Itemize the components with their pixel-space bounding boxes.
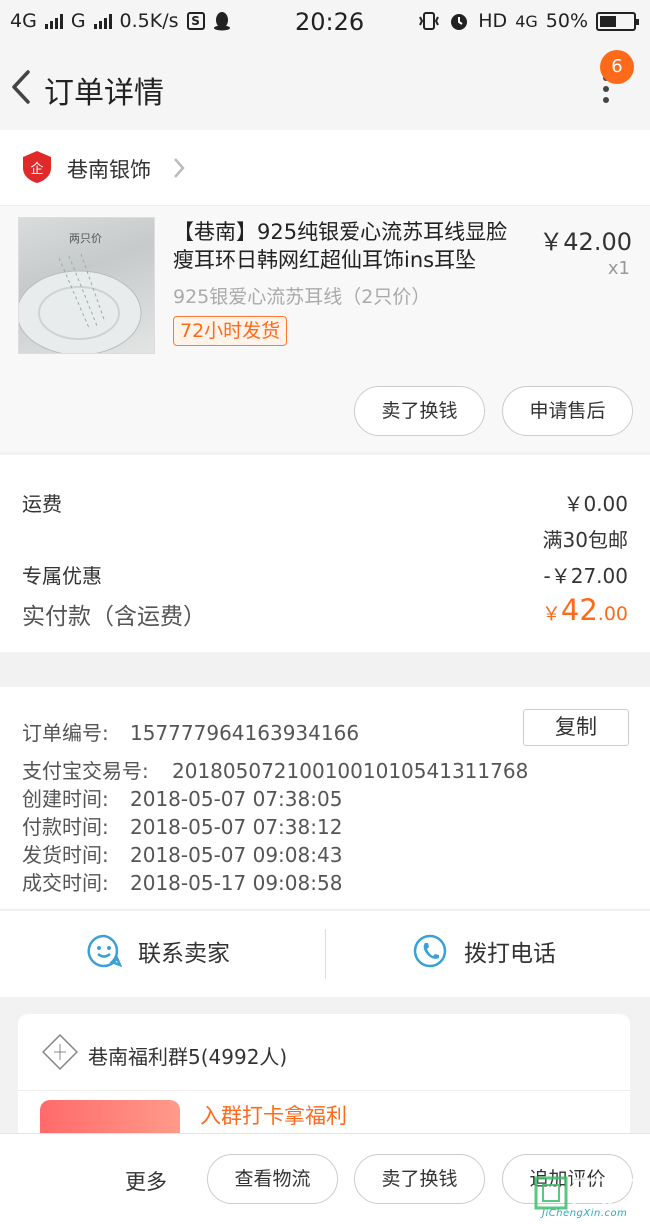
call-label: 拨打电话 <box>464 941 556 967</box>
group-divider <box>18 1090 630 1091</box>
shipped-value: 2018-05-07 09:08:43 <box>130 843 343 867</box>
product-quantity: x1 <box>607 258 630 279</box>
product-price: ￥42.00 <box>539 228 632 256</box>
shipped-label: 发货时间: <box>22 843 109 867</box>
price-summary: 运费 ￥0.00 满30包邮 专属优惠 -￥27.00 实付款（含运费） ￥42… <box>0 455 650 652</box>
sell-button[interactable]: 卖了换钱 <box>354 386 485 436</box>
product-image-label: 两只价 <box>69 232 102 245</box>
title-bar: 订单详情 6 <box>0 44 650 130</box>
svg-text:企: 企 <box>30 161 43 177</box>
status-bar: 4G G 0.5K/s S 20:26 HD 4G 50% <box>0 0 650 44</box>
phone-icon <box>413 934 447 968</box>
group-name: 巷南福利群5(4992人) <box>88 1045 288 1069</box>
qq-icon <box>213 12 230 31</box>
paid-decimal: .00 <box>597 603 628 625</box>
chevron-right-icon <box>174 158 185 178</box>
signal-icon-2 <box>93 13 112 29</box>
battery-percent: 50% <box>545 10 588 32</box>
paid-label: 实付款（含运费） <box>22 604 206 630</box>
shipping-note: 满30包邮 <box>542 528 628 552</box>
product-spec: 925银爱心流苏耳线（2只价） <box>173 286 431 308</box>
group-logo-icon <box>42 1034 78 1070</box>
alarm-icon <box>451 14 468 30</box>
copy-button[interactable]: 复制 <box>523 709 629 746</box>
contact-seller-button[interactable]: 联系卖家 <box>86 933 230 969</box>
created-label: 创建时间: <box>22 787 109 811</box>
order-number-label: 订单编号: <box>22 721 109 745</box>
created-value: 2018-05-07 07:38:05 <box>130 787 343 811</box>
paid-amount: ￥42.00 <box>542 593 628 627</box>
discount-label: 专属优惠 <box>22 564 102 588</box>
hd-label: HD <box>478 10 508 32</box>
shop-badge-icon: 企 <box>23 151 51 183</box>
after-sale-button[interactable]: 申请售后 <box>502 386 633 436</box>
shop-name: 巷南银饰 <box>67 158 151 182</box>
call-button[interactable]: 拨打电话 <box>412 933 556 969</box>
order-item[interactable]: 两只价 【巷南】925纯银爱心流苏耳线显脸瘦耳环日韩网红超仙耳饰ins耳坠 92… <box>0 206 650 452</box>
view-logistics-button[interactable]: 查看物流 <box>207 1154 338 1204</box>
paid-time-row: 付款时间: 2018-05-07 07:38:12 <box>22 811 342 840</box>
shop-row[interactable]: 企 巷南银饰 <box>0 130 650 206</box>
shipping-label: 运费 <box>22 492 62 516</box>
sell-again-button[interactable]: 卖了换钱 <box>354 1154 485 1204</box>
paid-time-label: 付款时间: <box>22 815 109 839</box>
notification-badge: 6 <box>600 50 634 84</box>
signal-icon <box>44 13 63 29</box>
paid-time-value: 2018-05-07 07:38:12 <box>130 815 343 839</box>
order-number-row: 订单编号: 157777964163934166 <box>22 717 359 746</box>
alipay-value: 2018050721001001010541311768 <box>172 759 529 783</box>
paid-integer: 42 <box>560 593 598 627</box>
paid-currency: ￥ <box>541 603 561 625</box>
page-title: 订单详情 <box>44 76 164 111</box>
s-app-icon: S <box>186 12 205 30</box>
completed-label: 成交时间: <box>22 871 109 895</box>
shipping-value: ￥0.00 <box>563 492 628 516</box>
network-label: 4G <box>10 10 37 32</box>
contact-divider <box>325 929 326 979</box>
alipay-label: 支付宝交易号: <box>22 759 149 783</box>
contact-bar: 联系卖家 拨打电话 <box>0 911 650 997</box>
shop-card: 企 巷南银饰 两只价 【巷南】925纯银爱心流苏耳线显脸瘦耳环日韩网红超仙耳饰i… <box>0 130 650 452</box>
contact-seller-label: 联系卖家 <box>138 941 230 967</box>
order-number-value: 157777964163934166 <box>130 721 360 745</box>
order-info: 订单编号: 157777964163934166 复制 支付宝交易号: 201805… <box>0 687 650 910</box>
completed-value: 2018-05-17 09:08:58 <box>130 871 343 895</box>
clock: 20:26 <box>295 8 365 36</box>
shipping-tag: 72小时发货 <box>173 316 288 346</box>
discount-value: -￥27.00 <box>543 564 628 588</box>
alipay-row: 支付宝交易号: 2018050721001001010541311768 <box>22 755 528 784</box>
more-button[interactable]: 更多 <box>125 1166 167 1196</box>
created-row: 创建时间: 2018-05-07 07:38:05 <box>22 783 342 812</box>
chat-icon <box>87 934 122 968</box>
network-speed: 0.5K/s <box>119 10 179 32</box>
network-label-2: G <box>70 10 86 32</box>
network-label-3: 4G <box>515 11 538 31</box>
back-arrow-icon[interactable] <box>8 68 38 106</box>
completed-row: 成交时间: 2018-05-17 09:08:58 <box>22 867 342 896</box>
battery-icon <box>596 11 639 31</box>
shipped-row: 发货时间: 2018-05-07 09:08:43 <box>22 839 342 868</box>
group-promo-text: 入群打卡拿福利 <box>200 1104 347 1128</box>
watermark-text: JiChengXin.com <box>542 1208 628 1219</box>
product-image[interactable]: 两只价 <box>18 217 155 354</box>
vibrate-icon <box>419 12 440 30</box>
product-title: 【巷南】925纯银爱心流苏耳线显脸瘦耳环日韩网红超仙耳饰ins耳坠 <box>173 220 508 272</box>
